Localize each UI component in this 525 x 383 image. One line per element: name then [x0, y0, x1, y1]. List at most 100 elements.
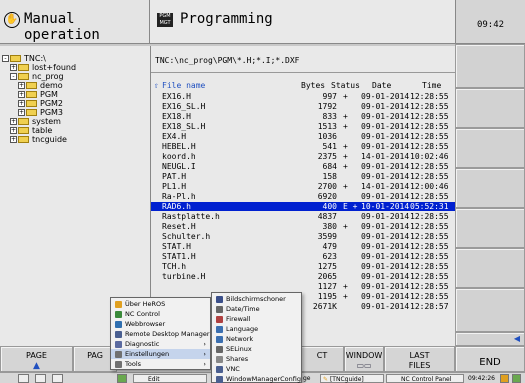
- select-button[interactable]: CT: [300, 346, 344, 372]
- menu-item[interactable]: Bildschirmschoner: [212, 294, 301, 304]
- menu-item[interactable]: Shares: [212, 354, 301, 364]
- file-row[interactable]: EX18.H 833 +09-01-2014 12:28:55: [151, 112, 456, 121]
- menu-item[interactable]: Einstellungen ›: [111, 349, 210, 359]
- window-button[interactable]: WINDOW ▭▭: [344, 346, 384, 372]
- file-row[interactable]: RAD6.h 400 E +10-01-2014 05:52:31: [151, 202, 456, 211]
- menu-item[interactable]: Language: [212, 324, 301, 334]
- col-date[interactable]: Date: [372, 81, 391, 90]
- expand-icon[interactable]: +: [18, 100, 25, 107]
- file-name: Ra-Pl.h: [162, 192, 196, 201]
- tray-status-icon[interactable]: [512, 374, 521, 383]
- last-files-button[interactable]: LAST FILES: [384, 346, 455, 372]
- file-time: 12:28:55: [410, 252, 449, 261]
- menu-item-label: Shares: [226, 355, 249, 363]
- heros-menu-icon[interactable]: [117, 374, 127, 383]
- file-name: turbine.H: [162, 272, 206, 281]
- taskbar-app-icon[interactable]: [52, 374, 63, 383]
- col-time[interactable]: Time: [422, 81, 441, 90]
- file-row[interactable]: EX18_SL.H 1513 +09-01-2014 12:28:55: [151, 122, 456, 131]
- file-row[interactable]: Schulter.h 3599 09-01-2014 12:28:55: [151, 232, 456, 241]
- taskbar-edit[interactable]: Edit: [133, 374, 207, 383]
- expand-icon[interactable]: +: [18, 91, 25, 98]
- softkey-right-scroll[interactable]: ◀: [455, 332, 525, 346]
- menu-item[interactable]: Tools ›: [111, 359, 210, 369]
- tree-item-label: PGM: [40, 90, 58, 99]
- expand-icon[interactable]: +: [18, 109, 25, 116]
- taskbar-tncguide[interactable]: ✎ [TNCguide]: [320, 374, 384, 383]
- window-label: WINDOW: [345, 351, 383, 360]
- file-date: 09-01-2014: [361, 162, 410, 171]
- softkey-right-5[interactable]: [455, 208, 525, 248]
- page-up-label: PAGE: [26, 351, 47, 360]
- sort-arrow-icon[interactable]: ⇧: [154, 81, 159, 90]
- file-row[interactable]: EX16_SL.H 1792 09-01-2014 12:28:55: [151, 102, 456, 111]
- file-row[interactable]: EX4.H 1036 09-01-2014 12:28:55: [151, 132, 456, 141]
- menu-item[interactable]: Network: [212, 334, 301, 344]
- file-row[interactable]: turbine.H 2065 09-01-2014 12:28:55: [151, 272, 456, 281]
- menu-item[interactable]: Webbrowser: [111, 319, 210, 329]
- file-date: 09-01-2014: [361, 282, 410, 291]
- file-bytes: 400: [322, 202, 337, 211]
- col-status[interactable]: Status: [331, 81, 360, 90]
- menu-item[interactable]: SELinux: [212, 344, 301, 354]
- file-bytes: 1195: [317, 292, 337, 301]
- menu-item[interactable]: Über HeROS: [111, 299, 210, 309]
- file-row[interactable]: HEBEL.H 541 +09-01-2014 12:28:55: [151, 142, 456, 151]
- collapse-icon[interactable]: -: [10, 73, 17, 80]
- end-button[interactable]: END: [455, 346, 525, 372]
- file-row[interactable]: Ra-Pl.h 6920 09-01-2014 12:28:55: [151, 192, 456, 201]
- softkey-right-4[interactable]: [455, 168, 525, 208]
- expand-icon[interactable]: +: [18, 82, 25, 89]
- menu-item[interactable]: Firewall: [212, 314, 301, 324]
- menu-item[interactable]: Remote Desktop Manager: [111, 329, 210, 339]
- softkey-right-6[interactable]: [455, 248, 525, 288]
- submenu-arrow-icon: ›: [203, 340, 206, 348]
- taskbar-launcher-icon[interactable]: [18, 374, 29, 383]
- softkey-right-2[interactable]: [455, 88, 525, 128]
- tree-item[interactable]: + tncguide: [10, 135, 67, 145]
- tree-item-label: TNC:\: [24, 54, 46, 63]
- expand-icon[interactable]: +: [10, 136, 17, 143]
- softkey-right-1[interactable]: [455, 44, 525, 88]
- expand-icon[interactable]: +: [10, 127, 17, 134]
- expand-icon[interactable]: +: [10, 118, 17, 125]
- folder-icon: [18, 64, 29, 71]
- taskbar-app-icon[interactable]: [35, 374, 46, 383]
- menu-item-label: Language: [226, 325, 259, 333]
- network-icon: [216, 336, 223, 343]
- file-row[interactable]: STAT1.H 623 09-01-2014 12:28:55: [151, 252, 456, 261]
- softkey-right-7[interactable]: [455, 288, 525, 332]
- file-row[interactable]: TCH.h 1275 09-01-2014 12:28:55: [151, 262, 456, 271]
- collapse-icon[interactable]: -: [2, 55, 9, 62]
- file-row[interactable]: 1127 +09-01-2014 12:28:55: [151, 282, 456, 291]
- file-date: 09-01-2014: [361, 232, 410, 241]
- softkey-right-3[interactable]: [455, 128, 525, 168]
- page-up-button[interactable]: PAGE ▲: [0, 346, 73, 372]
- file-row[interactable]: Rastplatte.h 4837 09-01-2014 12:28:55: [151, 212, 456, 221]
- star-icon: [115, 301, 122, 308]
- col-bytes[interactable]: Bytes: [301, 81, 325, 90]
- taskbar-nc-control-panel[interactable]: NC Control Panel: [386, 374, 464, 383]
- file-row[interactable]: PL1.H 2700 +14-01-2014 12:00:46: [151, 182, 456, 191]
- file-row[interactable]: EX16.H 997 +09-01-2014 12:28:55: [151, 92, 456, 101]
- security-shield-icon[interactable]: [500, 374, 509, 383]
- menu-item[interactable]: VNC: [212, 364, 301, 374]
- menu-item-label: NC Control: [125, 310, 160, 318]
- menu-item[interactable]: WindowManagerConfig: [212, 374, 301, 383]
- file-row[interactable]: NEUGL.I 684 +09-01-2014 12:28:55: [151, 162, 456, 171]
- col-file-name[interactable]: File name: [162, 81, 205, 90]
- file-row[interactable]: PAT.H 158 09-01-2014 12:28:55: [151, 172, 456, 181]
- file-time: 12:00:46: [410, 182, 449, 191]
- menu-item[interactable]: Diagnostic ›: [111, 339, 210, 349]
- expand-icon[interactable]: +: [10, 64, 17, 71]
- file-row[interactable]: Reset.H 380 +09-01-2014 12:28:55: [151, 222, 456, 231]
- file-row[interactable]: STAT.H 479 09-01-2014 12:28:55: [151, 242, 456, 251]
- file-name: EX16.H: [162, 92, 191, 101]
- firewall-icon: [216, 316, 223, 323]
- menu-item[interactable]: Date/Time: [212, 304, 301, 314]
- menu-item[interactable]: NC Control: [111, 309, 210, 319]
- file-bytes: 158: [322, 172, 337, 181]
- file-date: 09-01-2014: [361, 102, 410, 111]
- file-row[interactable]: koord.h 2375 +14-01-2014 10:02:46: [151, 152, 456, 161]
- file-date: 09-01-2014: [361, 252, 410, 261]
